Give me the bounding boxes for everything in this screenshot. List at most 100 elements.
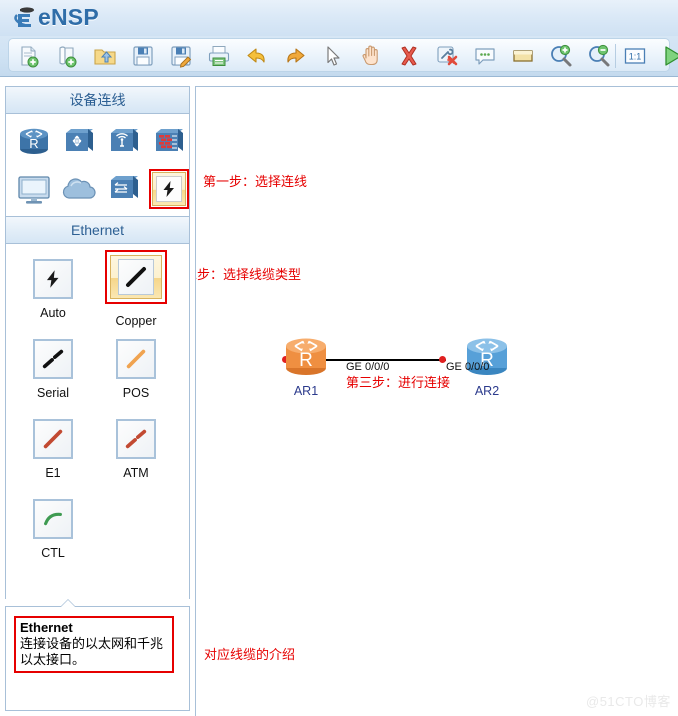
cable-serial-icon-box [33,339,73,379]
cable-pos[interactable]: POS [95,337,177,417]
straight-cable-icon [126,349,146,369]
device-connection-highlight [152,172,186,206]
device-lan-switch[interactable] [104,169,144,209]
cable-ctl-icon-wrap [31,497,75,541]
cable-e1[interactable]: E1 [12,417,94,497]
zoom-in-button[interactable] [547,42,575,70]
one-to-one-icon: 1:1 [624,48,646,64]
rectangle-shape-icon [513,50,533,62]
wireless-ap-icon [111,129,138,151]
svg-text:R: R [29,136,38,151]
cable-e1-icon-box [33,419,73,459]
cable-auto[interactable]: Auto [12,257,94,337]
delete-button[interactable] [395,42,423,70]
cable-atm-icon-wrap [114,417,158,461]
title-bar: eNSP [0,0,678,37]
topology-canvas[interactable]: 第一步：选择连线 第二步：选择线缆类型 第三步：进行连接 对应线缆的介绍 R A… [195,86,678,716]
toolbar-inner: 1:1 [8,38,678,72]
cable-copper-highlight [105,250,167,304]
cable-grid: Auto Copper Serial POS E1 ATM CTL [6,244,189,602]
delete-link-button[interactable] [433,42,461,70]
cable-copper-label: Copper [115,314,157,328]
speech-bubble-icon [475,48,495,65]
green-play-icon [665,46,678,66]
cable-auto-icon-wrap [31,257,75,301]
cable-ctl[interactable]: CTL [12,497,94,577]
cable-atm-label: ATM [123,466,149,480]
device-connection[interactable] [149,169,189,209]
toolbar: 1:1 [0,36,678,77]
watermark: @51CTO博客 [586,694,671,709]
open-folder-button[interactable] [91,42,119,70]
description-body: 连接设备的以太网和千兆以太接口。 [20,636,164,667]
cable-atm[interactable]: ATM [95,417,177,497]
undo-arrow-icon [247,48,265,63]
device-switch[interactable] [59,122,99,162]
description-highlight: Ethernet 连接设备的以太网和千兆以太接口。 [14,616,174,673]
start-all-button[interactable] [659,42,678,70]
cable-pos-icon-wrap [114,337,158,381]
device-router[interactable]: R [14,122,54,162]
cursor-arrow-icon [327,46,340,66]
device-wlan[interactable] [104,122,144,162]
add-shape-button[interactable] [509,42,537,70]
device-panel-title: 设备连线 [69,92,126,108]
sidebar: 设备连线 R Ethernet Auto Copper Serial POS E… [5,86,190,602]
firewall-icon [156,129,183,151]
device-endpoint[interactable] [14,169,54,209]
open-topology-button[interactable] [53,42,81,70]
new-topology-button[interactable] [15,42,43,70]
switch-icon [66,129,93,151]
save-as-button[interactable] [167,42,195,70]
cable-pos-label: POS [122,386,150,400]
print-button[interactable] [205,42,233,70]
cable-e1-icon-wrap [31,417,75,461]
floppy-disk-icon [133,46,153,66]
cable-auto-icon-box [33,259,73,299]
floppy-pencil-icon [171,46,192,68]
cable-ctl-label: CTL [41,546,65,560]
svg-text:R: R [299,350,313,371]
lightning-bolt-icon [46,270,59,288]
device-cloud[interactable] [59,169,99,209]
router-icon: R [286,338,326,375]
magnifier-minus-icon [589,44,610,67]
redo-arrow-icon [287,48,305,63]
redo-button[interactable] [281,42,309,70]
cable-copper-selection-fill [110,255,162,299]
ensp-logo-icon [13,5,39,31]
toolbar-separator [615,44,616,68]
add-note-button[interactable] [471,42,499,70]
topology-interface-label-ar1: GE 0/0/0 [346,361,390,373]
cable-copper[interactable]: Copper [95,250,177,330]
topology-link-endpoint-right [439,356,446,363]
pan-tool-button[interactable] [357,42,385,70]
zoom-out-button[interactable] [585,42,613,70]
select-tool-button[interactable] [319,42,347,70]
cable-serial[interactable]: Serial [12,337,94,417]
pc-monitor-icon [18,176,50,204]
device-panel-header: 设备连线 [6,87,189,114]
cable-copper-icon-box [118,259,154,295]
svg-text:1:1: 1:1 [629,52,642,62]
hand-icon [362,45,378,66]
folder-up-icon [94,49,116,65]
device-firewall[interactable] [149,122,189,162]
zoom-actual-button[interactable]: 1:1 [621,42,649,70]
segmented-cable-icon [125,429,147,449]
undo-button[interactable] [243,42,271,70]
device-grid: R [6,114,189,217]
wrench-delete-icon [437,46,458,66]
topology-router-ar1-label: AR1 [293,384,319,398]
printer-icon [208,46,230,66]
cable-atm-icon-box [116,419,156,459]
magnifier-plus-icon [551,44,572,67]
router-icon: R [20,128,48,154]
open-scroll-icon [59,46,77,68]
topology-router-ar2-label: AR2 [474,384,500,398]
description-pointer [61,600,75,607]
app-title: eNSP [38,4,99,30]
topology-router-ar1[interactable]: R [280,332,332,380]
lightning-bolt-icon [163,181,174,197]
save-button[interactable] [129,42,157,70]
